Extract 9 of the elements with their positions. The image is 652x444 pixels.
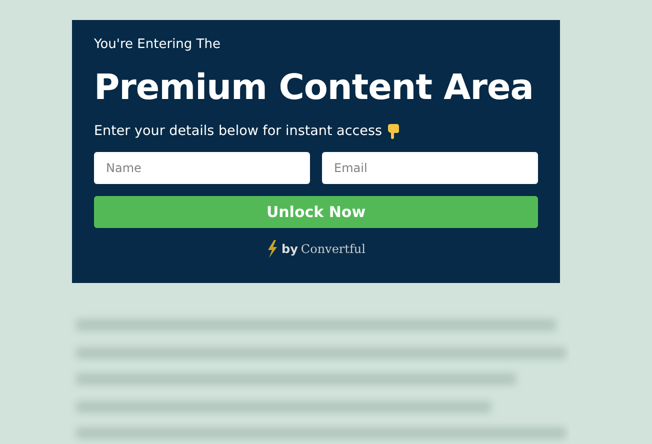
text-input-field[interactable]: Email	[322, 152, 538, 184]
instruction-text: Enter your details below for instant access	[94, 122, 382, 140]
lightning-bolt-icon	[266, 240, 278, 258]
text-input-field[interactable]: Name	[94, 152, 310, 184]
headline: Premium Content Area	[94, 67, 534, 110]
brand-link[interactable]: Convertful	[300, 242, 366, 256]
credit-by-text: by	[281, 242, 298, 256]
kicker-text: You're Entering The	[94, 37, 222, 53]
pointing-down-hand-icon	[387, 124, 400, 138]
